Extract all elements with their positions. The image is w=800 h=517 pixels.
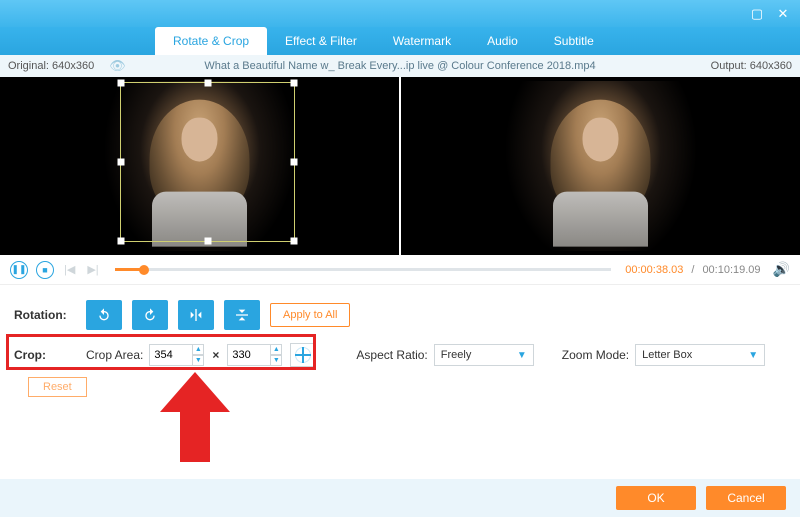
playback-bar: ❚❚ ■ |◀ ▶| 00:00:38.03 / 00:10:19.09 🔊 (0, 255, 800, 285)
crop-label: Crop: (14, 348, 86, 362)
edit-panel: Rotation: Apply to All Crop: Crop Area: … (0, 285, 800, 403)
crop-width-input[interactable] (149, 344, 193, 366)
chevron-down-icon: ▼ (748, 350, 758, 361)
rotate-left-button[interactable] (86, 300, 122, 330)
stop-button[interactable]: ■ (36, 261, 54, 279)
aspect-ratio-select[interactable]: Freely ▼ (434, 344, 534, 366)
tab-rotate-crop[interactable]: Rotate & Crop (155, 27, 267, 55)
aspect-ratio-label: Aspect Ratio: (356, 348, 427, 362)
aspect-ratio-value: Freely (441, 349, 472, 361)
time-sep: / (691, 264, 694, 276)
cancel-button[interactable]: Cancel (706, 486, 786, 510)
tab-subtitle[interactable]: Subtitle (536, 27, 612, 55)
crop-height-spinner[interactable]: ▲▼ (270, 344, 282, 366)
tab-bar: Rotate & Crop Effect & Filter Watermark … (0, 27, 800, 55)
info-bar: Original: 640x360 👁 What a Beautiful Nam… (0, 55, 800, 77)
seek-bar[interactable] (115, 268, 612, 271)
crop-selection[interactable] (120, 82, 295, 242)
ok-button[interactable]: OK (616, 486, 696, 510)
tab-audio[interactable]: Audio (469, 27, 536, 55)
rotate-right-button[interactable] (132, 300, 168, 330)
tab-effect-filter[interactable]: Effect & Filter (267, 27, 375, 55)
close-button[interactable]: ✕ (774, 7, 792, 21)
time-total: 00:10:19.09 (702, 264, 760, 276)
crop-area-label: Crop Area: (86, 348, 143, 362)
pause-button[interactable]: ❚❚ (10, 261, 28, 279)
filename-label: What a Beautiful Name w_ Break Every...i… (0, 60, 800, 72)
zoom-mode-label: Zoom Mode: (562, 348, 629, 362)
crop-width-spinner[interactable]: ▲▼ (192, 344, 204, 366)
footer: OK Cancel (0, 479, 800, 517)
preview-output (401, 77, 800, 255)
flip-horizontal-button[interactable] (178, 300, 214, 330)
rotation-label: Rotation: (14, 308, 86, 322)
tab-watermark[interactable]: Watermark (375, 27, 469, 55)
volume-icon[interactable]: 🔊 (773, 261, 790, 278)
titlebar: ▢ ✕ (0, 0, 800, 27)
prev-button[interactable]: |◀ (62, 263, 77, 276)
crop-x-symbol: × (212, 348, 219, 362)
preview-area (0, 77, 800, 255)
apply-to-all-button[interactable]: Apply to All (270, 303, 350, 327)
reset-button[interactable]: Reset (28, 377, 87, 397)
arrow-annotation (160, 372, 230, 462)
flip-vertical-button[interactable] (224, 300, 260, 330)
time-current: 00:00:38.03 (625, 264, 683, 276)
minimize-button[interactable]: ▢ (748, 7, 766, 21)
crop-height-input[interactable] (227, 344, 271, 366)
next-button[interactable]: ▶| (85, 263, 100, 276)
fit-crop-button[interactable] (290, 343, 316, 367)
chevron-down-icon: ▼ (517, 350, 527, 361)
preview-original[interactable] (0, 77, 399, 255)
zoom-mode-value: Letter Box (642, 349, 692, 361)
zoom-mode-select[interactable]: Letter Box ▼ (635, 344, 765, 366)
